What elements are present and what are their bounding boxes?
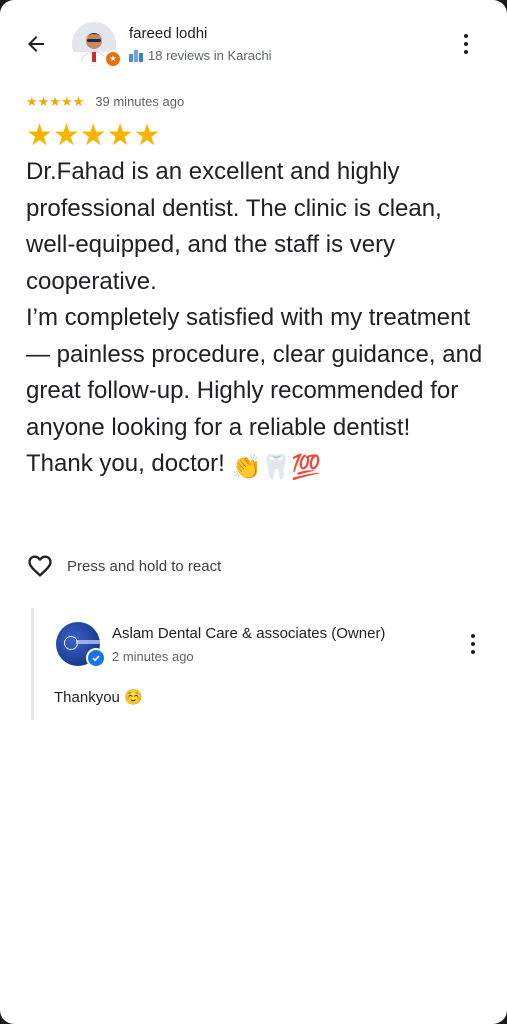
local-guide-star-icon: ★ (104, 50, 122, 68)
owner-reply: Aslam Dental Care & associates (Owner) 2… (31, 608, 504, 720)
owner-name[interactable]: Aslam Dental Care & associates (Owner) (112, 625, 385, 642)
rating-row: ★★★★★ 39 minutes ago (26, 92, 184, 110)
reviewer-stats: 18 reviews in Karachi (148, 48, 272, 63)
reviewer-name[interactable]: fareed lodhi (129, 25, 207, 42)
review-time: 39 minutes ago (95, 93, 185, 109)
arrow-back-icon (28, 36, 44, 52)
more-vert-icon (464, 34, 468, 38)
review-text-block: ★★★★★ Dr.Fahad is an excellent and highly… (26, 118, 496, 487)
review-header: ★ fareed lodhi 18 reviews in Karachi (0, 0, 507, 86)
review-emojis: 👏🦷💯 (231, 454, 322, 481)
verified-check-icon (86, 648, 106, 668)
review-screen: ★ fareed lodhi 18 reviews in Karachi ★★★… (0, 0, 507, 1024)
more-options-button[interactable] (452, 28, 480, 60)
react-button[interactable]: Press and hold to react (26, 550, 221, 582)
react-label: Press and hold to react (67, 557, 222, 575)
review-emoji-stars: ★★★★★ (26, 119, 161, 152)
city-icon (129, 49, 143, 62)
more-vert-icon (471, 634, 475, 638)
heart-outline-icon (28, 555, 52, 577)
star-rating: ★★★★★ (26, 93, 85, 109)
reviewer-meta: 18 reviews in Karachi (129, 48, 272, 63)
owner-reply-time: 2 minutes ago (112, 649, 194, 664)
owner-reply-text: Thankyou ☺️ (54, 689, 143, 706)
owner-more-options-button[interactable] (462, 628, 484, 660)
back-button[interactable] (20, 28, 52, 60)
review-text: Dr.Fahad is an excellent and highly prof… (26, 158, 483, 477)
